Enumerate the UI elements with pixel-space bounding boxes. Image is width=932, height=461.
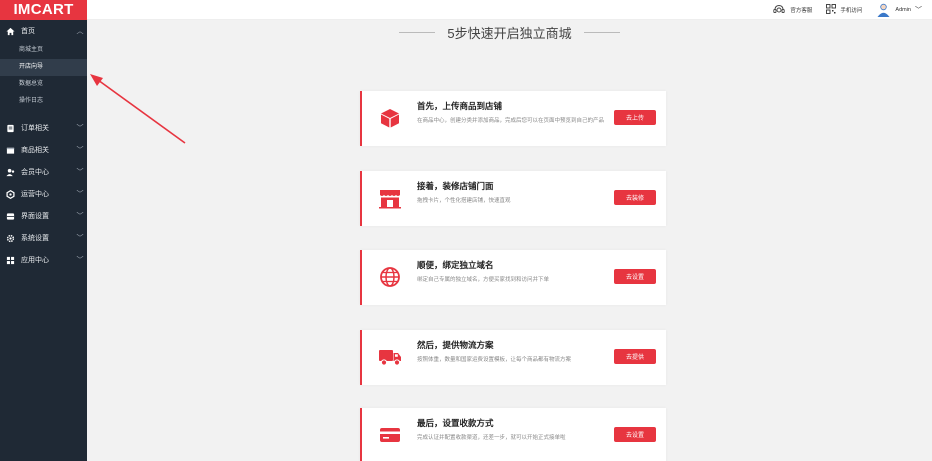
sidebar-item-mall-home[interactable]: 商城主页 [0, 42, 87, 59]
page-title-row: 5步快速开启独立商城 [87, 23, 932, 42]
top-header: 官方客服 手机访问 Admin ﹀ [87, 0, 932, 20]
headset-icon [772, 4, 786, 17]
store-icon [378, 186, 402, 210]
menu-group-label: 会员中心 [21, 169, 49, 176]
mobile-access-button[interactable]: 手机访问 [826, 4, 862, 16]
decorate-button[interactable]: 去装修 [614, 190, 656, 205]
step-card-logistics: 然后，提供物流方案 按照体重，数量和国家运费设置模板，让每个商品都有物流方案 去… [360, 330, 666, 385]
payment-settings-button[interactable]: 去设置 [614, 427, 656, 442]
menu-group-label: 首页 [21, 28, 35, 35]
customer-service-button[interactable]: 官方客服 [772, 4, 812, 17]
sidebar: IMCART 首页 ︿ 商城主页 开店向导 数据总览 操作日志 订单相关 ﹀ 商… [0, 0, 87, 461]
step-card-upload: 首先，上传商品到店铺 在商品中心，创建分类并添加商品，完成后您可以在页面中预览到… [360, 91, 666, 146]
chevron-down-icon: ﹀ [76, 213, 84, 220]
domain-settings-button[interactable]: 去设置 [614, 269, 656, 284]
menu-group-label: 运营中心 [21, 191, 49, 198]
chevron-down-icon: ﹀ [76, 169, 84, 176]
goods-icon [5, 145, 15, 155]
menu-group-operation[interactable]: 运营中心 ﹀ [0, 183, 87, 205]
layout-icon [5, 211, 15, 221]
logistics-button[interactable]: 去提供 [614, 349, 656, 364]
apps-icon [5, 255, 15, 265]
title-divider-left [399, 32, 436, 33]
operation-icon [5, 189, 15, 199]
menu-group-goods[interactable]: 商品相关 ﹀ [0, 139, 87, 161]
chevron-down-icon: ﹀ [76, 191, 84, 198]
step-title: 接着，装修店铺门面 [417, 181, 494, 191]
step-title: 顺便，绑定独立域名 [417, 260, 494, 270]
step-title: 首先，上传商品到店铺 [417, 101, 503, 111]
page-title: 5步快速开启独立商城 [447, 26, 572, 41]
step-card-decorate: 接着，装修店铺门面 拖拽卡片，个性化搭建店铺，快速直观 去装修 [360, 171, 666, 226]
menu-group-label: 界面设置 [21, 213, 49, 220]
menu-group-layout[interactable]: 界面设置 ﹀ [0, 205, 87, 227]
home-icon [5, 26, 15, 36]
title-divider-right [583, 32, 620, 33]
menu-group-label: 应用中心 [21, 257, 49, 264]
user-menu[interactable]: Admin ﹀ [876, 2, 922, 19]
qr-code-icon [826, 4, 837, 16]
step-card-domain: 顺便，绑定独立域名 绑定自己专属的独立域名，方便买家找到和访问并下单 去设置 [360, 250, 666, 305]
avatar [876, 2, 891, 19]
chevron-up-icon: ︿ [76, 28, 84, 35]
globe-icon [378, 265, 402, 289]
step-title: 最后，设置收款方式 [417, 418, 494, 428]
step-description: 拖拽卡片，个性化搭建店铺，快速直观 [417, 198, 511, 204]
step-description: 绑定自己专属的独立域名，方便买家找到和访问并下单 [417, 277, 550, 283]
member-icon [5, 167, 15, 177]
chevron-down-icon: ﹀ [76, 235, 84, 242]
chevron-down-icon: ﹀ [915, 7, 922, 14]
step-title: 然后，提供物流方案 [417, 340, 494, 350]
menu-group-label: 商品相关 [21, 147, 49, 154]
settings-icon [5, 233, 15, 243]
sidebar-item-operation-log[interactable]: 操作日志 [0, 93, 87, 110]
username-label: Admin [895, 7, 911, 13]
order-icon [5, 123, 15, 133]
menu-group-member[interactable]: 会员中心 ﹀ [0, 161, 87, 183]
step-description: 按照体重，数量和国家运费设置模板，让每个商品都有物流方案 [417, 357, 572, 363]
menu-group-label: 订单相关 [21, 125, 49, 132]
chevron-down-icon: ﹀ [76, 257, 84, 264]
mobile-access-label: 手机访问 [840, 8, 863, 14]
menu-group-label: 系统设置 [21, 235, 49, 242]
card-icon [378, 423, 402, 447]
step-card-payment: 最后，设置收款方式 完成认证并配置收款渠道，还差一步，就可以开始正式接单啦 去设… [360, 408, 666, 461]
menu-group-settings[interactable]: 系统设置 ﹀ [0, 227, 87, 249]
chevron-down-icon: ﹀ [76, 147, 84, 154]
chevron-down-icon: ﹀ [76, 125, 84, 132]
logo[interactable]: IMCART [0, 0, 87, 20]
main-content: 5步快速开启独立商城 首先，上传商品到店铺 在商品中心，创建分类并添加商品，完成… [87, 20, 932, 461]
sidebar-item-setup-guide[interactable]: 开店向导 [0, 59, 87, 76]
menu-group-home[interactable]: 首页 ︿ [0, 20, 87, 42]
box-icon [378, 106, 402, 130]
truck-icon [378, 345, 402, 369]
step-description: 在商品中心，创建分类并添加商品，完成后您可以在页面中预览到自己的产品 [417, 118, 605, 124]
sidebar-item-data-overview[interactable]: 数据总览 [0, 76, 87, 93]
step-description: 完成认证并配置收款渠道，还差一步，就可以开始正式接单啦 [417, 435, 566, 441]
menu-group-orders[interactable]: 订单相关 ﹀ [0, 117, 87, 139]
upload-button[interactable]: 去上传 [614, 110, 656, 125]
menu-group-apps[interactable]: 应用中心 ﹀ [0, 249, 87, 271]
customer-service-label: 官方客服 [790, 8, 813, 14]
